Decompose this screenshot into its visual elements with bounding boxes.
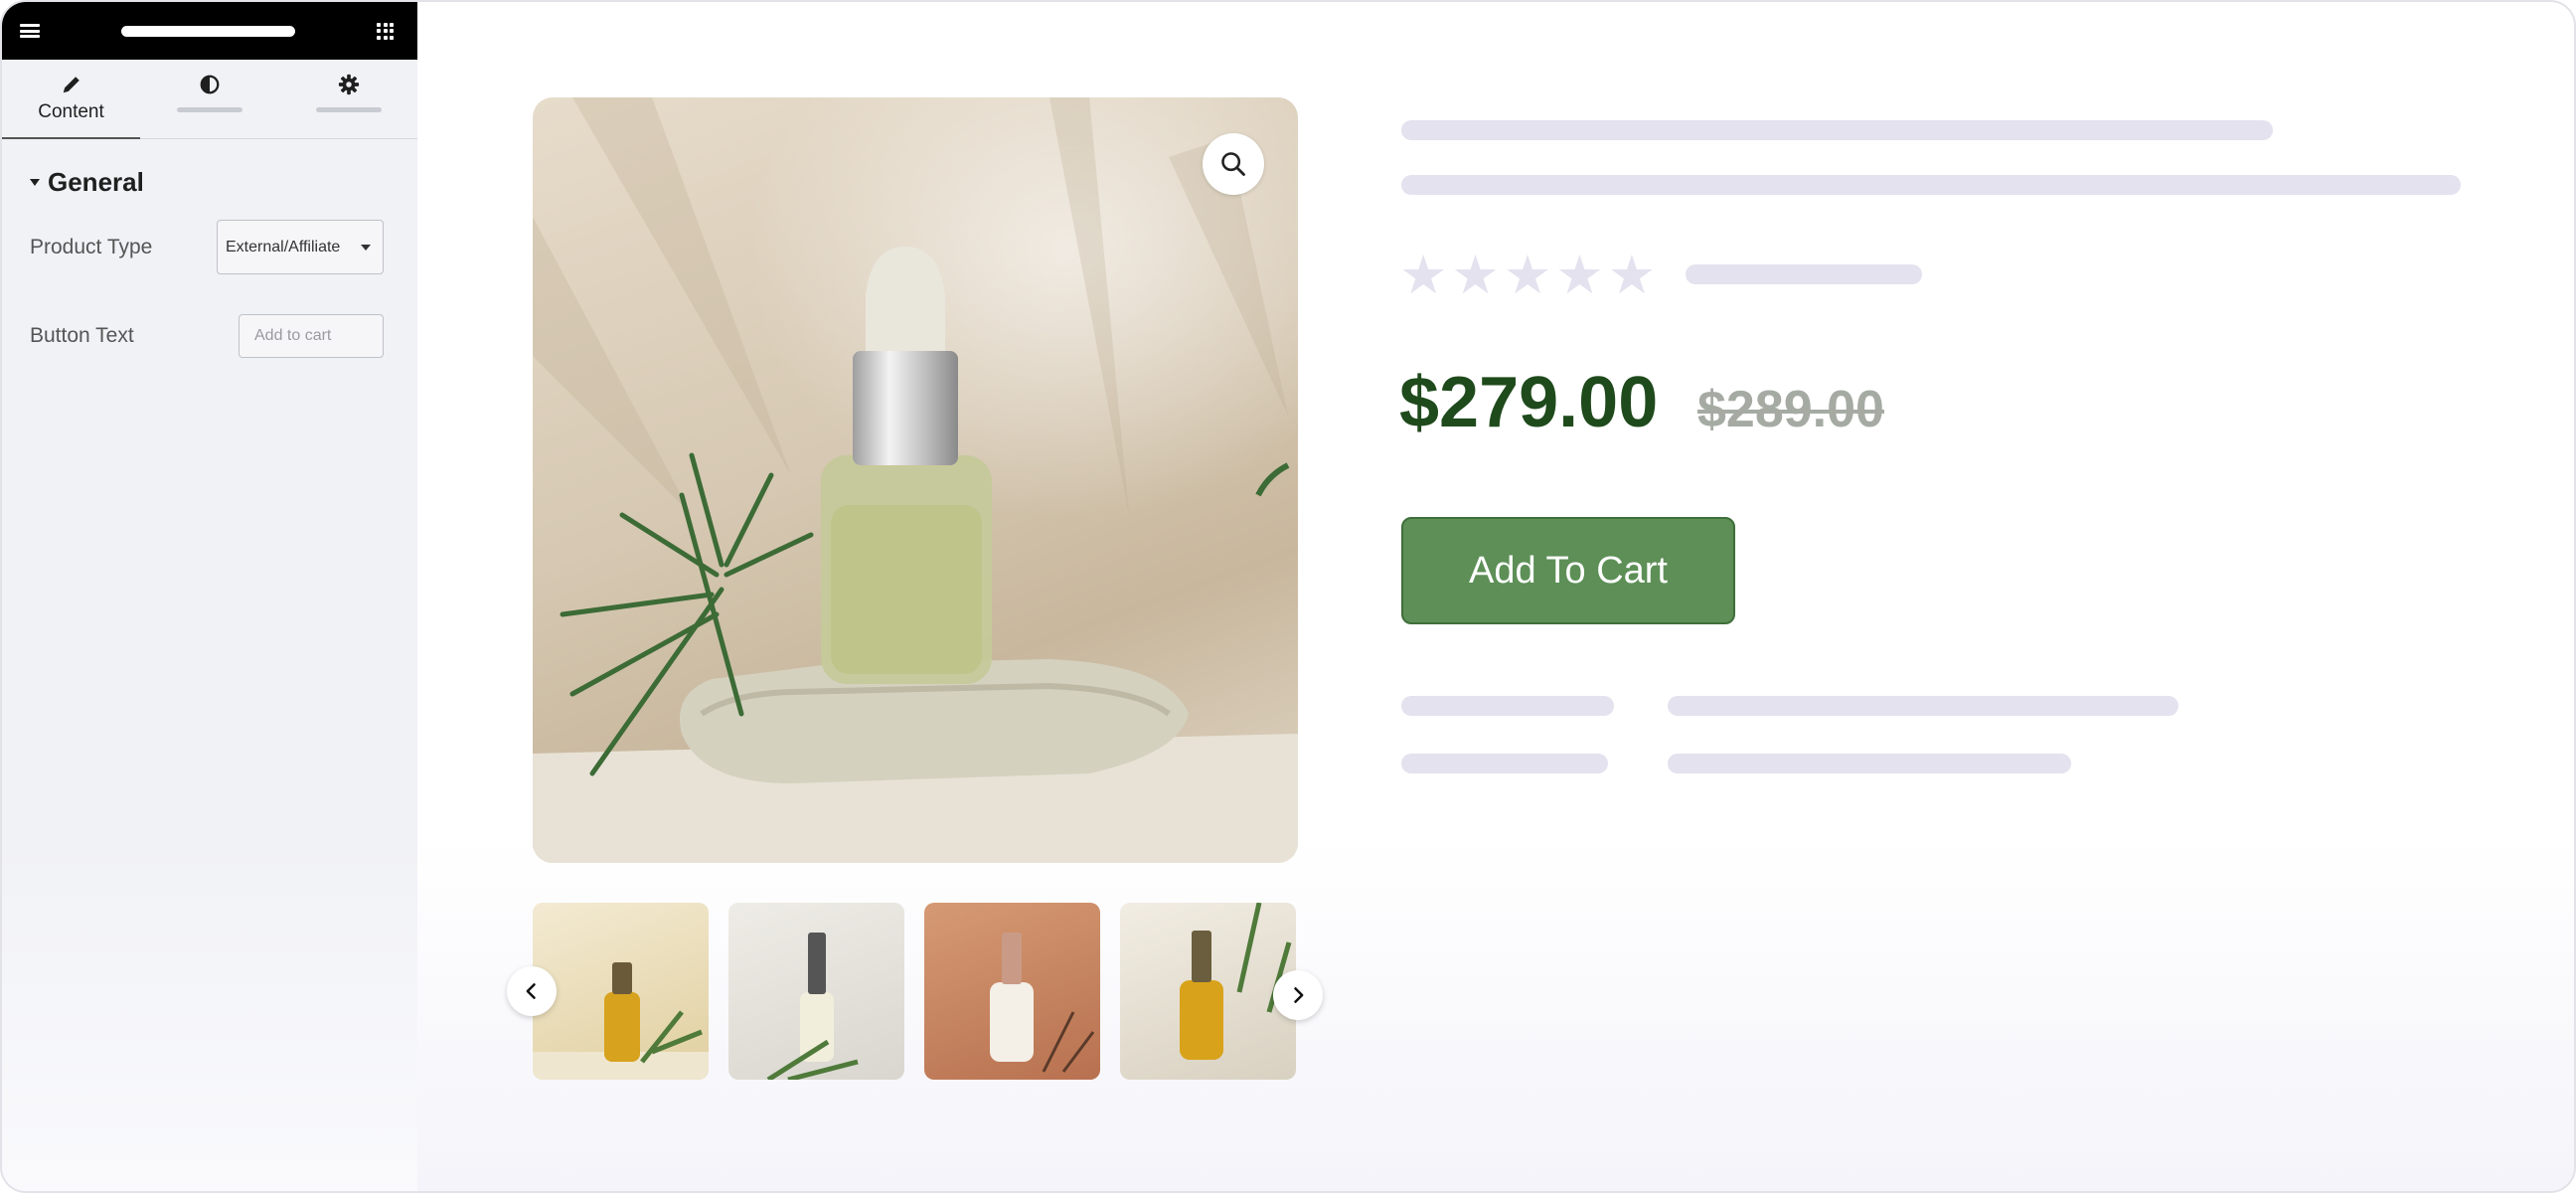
- tab-advanced-label-placeholder: [315, 107, 382, 112]
- section-title: General: [48, 167, 144, 197]
- product-price: $279.00: [1399, 363, 1659, 442]
- search-icon: [1221, 152, 1245, 176]
- add-to-cart-button[interactable]: Add To Cart: [1401, 517, 1735, 624]
- product-type-select[interactable]: External/Affiliate: [217, 220, 384, 274]
- meta-label-placeholder-2: [1401, 754, 1608, 773]
- menu-icon[interactable]: [20, 24, 40, 38]
- star-icon: ★: [1451, 244, 1500, 306]
- tab-style[interactable]: [140, 60, 279, 138]
- meta-value-placeholder-1: [1668, 696, 2178, 716]
- title-placeholder-line-2: [1401, 175, 2461, 195]
- apps-grid-icon[interactable]: [377, 22, 394, 40]
- star-icon: ★: [1607, 244, 1657, 306]
- product-type-label: Product Type: [30, 235, 153, 258]
- editor-sidebar: Content General Product Type External/Af…: [2, 2, 417, 1191]
- gear-icon: [338, 74, 359, 95]
- tab-content[interactable]: Content: [2, 60, 140, 139]
- caret-down-icon: [30, 179, 40, 186]
- zoom-button[interactable]: [1203, 133, 1264, 195]
- thumbnail-carousel: [507, 903, 1323, 1080]
- review-count-placeholder: [1686, 264, 1922, 284]
- thumbnail-2-image: [766, 933, 859, 1080]
- title-placeholder-line-1: [1401, 120, 2273, 140]
- thumbnail-1[interactable]: [533, 903, 709, 1080]
- chevron-right-icon: [1294, 987, 1304, 1003]
- rating-stars: ★ ★ ★ ★ ★: [1399, 249, 1660, 302]
- section-general-toggle[interactable]: General: [30, 167, 417, 198]
- dropdown-caret-icon: [361, 244, 371, 251]
- product-type-row: Product Type External/Affiliate: [2, 220, 417, 274]
- tab-advanced[interactable]: [279, 60, 417, 138]
- serum-bottle-photo: [533, 97, 1298, 863]
- carousel-next-button[interactable]: [1273, 970, 1323, 1020]
- sidebar-topbar: [2, 2, 417, 60]
- meta-label-placeholder-1: [1401, 696, 1614, 716]
- thumbnail-3-image: [990, 933, 1095, 1073]
- pencil-icon: [63, 77, 80, 93]
- button-text-row: Button Text: [2, 314, 417, 358]
- thumbnail-2[interactable]: [728, 903, 904, 1080]
- meta-value-placeholder-2: [1668, 754, 2071, 773]
- thumbnail-4[interactable]: [1120, 903, 1296, 1080]
- product-type-value: External/Affiliate: [226, 238, 341, 256]
- button-text-input[interactable]: [239, 314, 384, 358]
- tab-style-label-placeholder: [177, 107, 242, 112]
- star-icon: ★: [1503, 244, 1552, 306]
- product-main-image[interactable]: [533, 97, 1298, 863]
- chevron-left-icon: [526, 983, 536, 999]
- app-frame: Content General Product Type External/Af…: [0, 0, 2576, 1193]
- tab-content-label: Content: [38, 101, 104, 122]
- panel-tabs: Content: [2, 60, 417, 139]
- star-icon: ★: [1399, 244, 1448, 306]
- thumbnail-4-image: [1180, 903, 1292, 1060]
- thumbnail-1-image: [533, 962, 709, 1080]
- carousel-prev-button[interactable]: [507, 966, 557, 1016]
- thumbnail-3[interactable]: [924, 903, 1100, 1080]
- contrast-icon: [200, 75, 220, 94]
- star-icon: ★: [1555, 244, 1604, 306]
- product-old-price: $289.00: [1697, 381, 1884, 438]
- button-text-label: Button Text: [30, 324, 134, 347]
- topbar-title-placeholder: [121, 25, 295, 37]
